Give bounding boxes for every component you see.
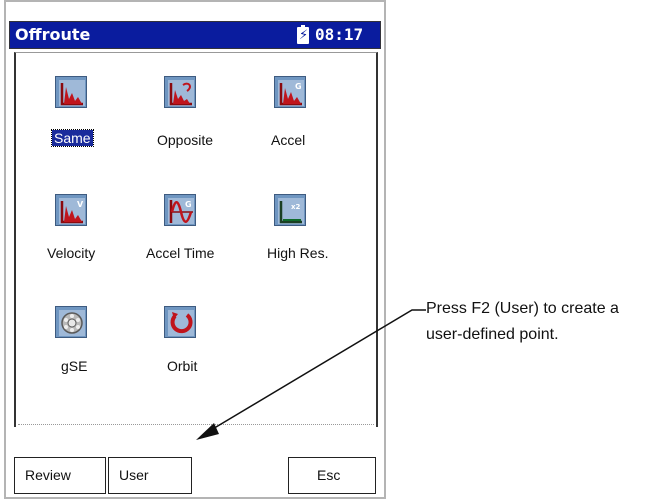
callout-arrow [196, 309, 426, 440]
callout-line-2: user-defined point. [426, 326, 559, 343]
callout-text: Press F2 (User) to create a user-defined… [426, 296, 656, 348]
callout-line-1: Press F2 (User) to create a [426, 300, 619, 317]
